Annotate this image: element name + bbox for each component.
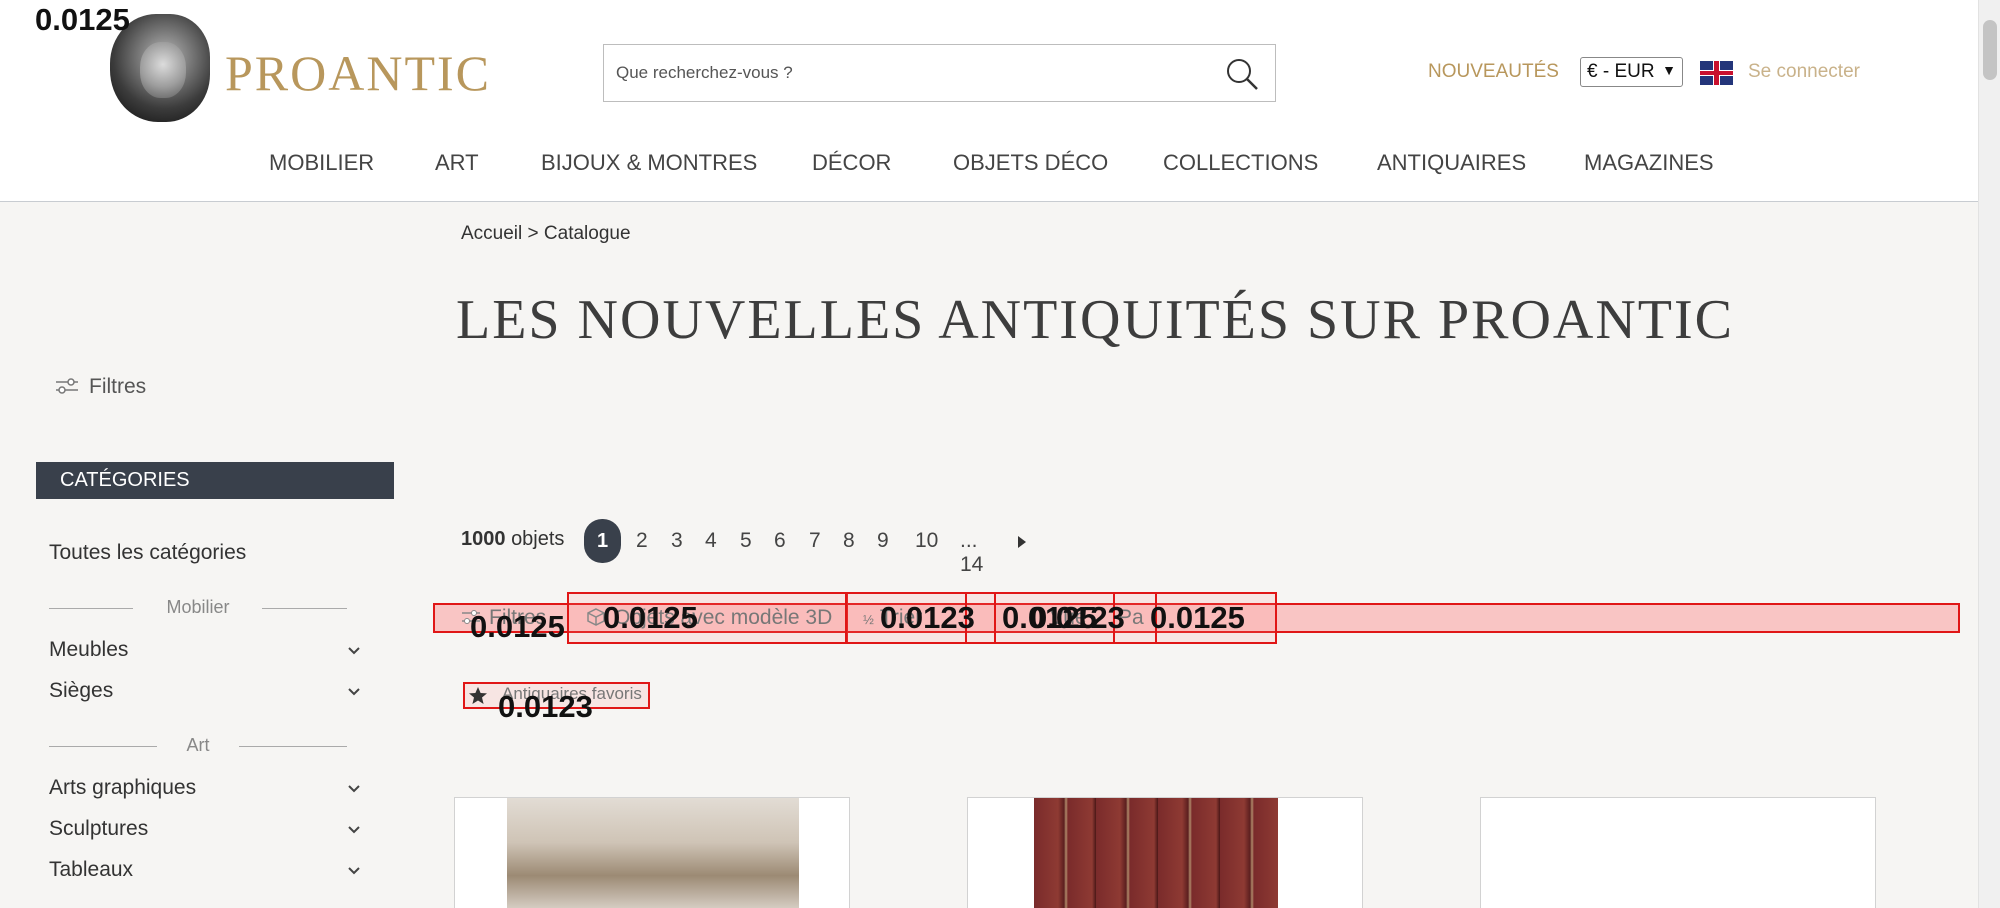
page-scrollbar[interactable] bbox=[1978, 0, 2000, 908]
breadcrumb[interactable]: Accueil > Catalogue bbox=[461, 223, 631, 245]
chevron-down-icon[interactable] bbox=[345, 683, 363, 701]
overlay-value-top-left: 0.0125 bbox=[35, 2, 130, 37]
sidebar-item-tableaux[interactable]: Tableaux bbox=[49, 858, 133, 882]
categories-header: CATÉGORIES bbox=[36, 462, 394, 499]
product-image[interactable] bbox=[507, 798, 799, 908]
chevron-down-icon[interactable] bbox=[345, 862, 363, 880]
currency-select[interactable]: € - EUR ▼ bbox=[1580, 57, 1683, 87]
chevron-down-icon[interactable] bbox=[345, 821, 363, 839]
results-count: 1000 objets bbox=[461, 528, 564, 551]
page-7[interactable]: 7 bbox=[809, 529, 821, 553]
nav-item-decor[interactable]: DÉCOR bbox=[812, 150, 891, 176]
overlay-value-fav: 0.0123 bbox=[498, 689, 593, 724]
search-icon[interactable] bbox=[1225, 57, 1259, 91]
chevron-down-icon[interactable] bbox=[345, 642, 363, 660]
filters-label: Filtres bbox=[89, 375, 147, 398]
page-8[interactable]: 8 bbox=[843, 529, 855, 553]
overlay-value-model3d: 0.0125 bbox=[603, 600, 698, 635]
next-page-icon[interactable] bbox=[1018, 536, 1026, 548]
results-count-suffix: objets bbox=[511, 528, 565, 550]
sort-icon: ½ bbox=[863, 612, 874, 627]
sidebar-item-sieges[interactable]: Sièges bbox=[49, 679, 113, 703]
overlay-value-trier: 0.0123 bbox=[880, 600, 975, 635]
sidebar-item-meubles[interactable]: Meubles bbox=[49, 638, 128, 662]
page-6[interactable]: 6 bbox=[774, 529, 786, 553]
overlay-value-partage: 0.0123 bbox=[1030, 600, 1125, 635]
page-last[interactable]: ... 14 bbox=[960, 529, 983, 577]
page-3[interactable]: 3 bbox=[671, 529, 683, 553]
star-icon bbox=[469, 687, 487, 704]
sidebar-section-art: Art bbox=[49, 735, 347, 757]
overlay-value-extra: 0.0125 bbox=[1150, 600, 1245, 635]
site-header: PROANTIC NOUVEAUTÉS € - EUR ▼ Se connect… bbox=[0, 0, 1978, 202]
product-card[interactable] bbox=[967, 797, 1363, 908]
chevron-down-icon: ▼ bbox=[1662, 62, 1676, 78]
page-9[interactable]: 9 bbox=[877, 529, 889, 553]
search-input[interactable] bbox=[616, 57, 1196, 89]
currency-value: € - EUR bbox=[1587, 61, 1655, 82]
results-count-value: 1000 bbox=[461, 528, 506, 550]
page-1-current[interactable]: 1 bbox=[584, 519, 621, 563]
sidebar-section-mobilier: Mobilier bbox=[49, 597, 347, 619]
filters-button[interactable]: Filtres bbox=[55, 375, 146, 399]
sidebar-item-sculptures[interactable]: Sculptures bbox=[49, 817, 148, 841]
nav-item-bijoux[interactable]: BIJOUX & MONTRES bbox=[541, 150, 757, 176]
nav-item-art[interactable]: ART bbox=[435, 150, 479, 176]
page-2[interactable]: 2 bbox=[636, 529, 648, 553]
nav-item-antiquaires[interactable]: ANTIQUAIRES bbox=[1377, 150, 1526, 176]
login-link[interactable]: Se connecter bbox=[1748, 61, 1860, 83]
sidebar-item-all[interactable]: Toutes les catégories bbox=[49, 541, 246, 565]
page-4[interactable]: 4 bbox=[705, 529, 717, 553]
product-card[interactable] bbox=[454, 797, 850, 908]
scrollbar-thumb[interactable] bbox=[1983, 20, 1997, 80]
brand-name[interactable]: PROANTIC bbox=[225, 44, 491, 102]
product-card[interactable] bbox=[1480, 797, 1876, 908]
chevron-down-icon[interactable] bbox=[345, 780, 363, 798]
search-box[interactable] bbox=[603, 44, 1276, 102]
overlay-value-filters: 0.0125 bbox=[470, 609, 565, 644]
nav-item-mobilier[interactable]: MOBILIER bbox=[269, 150, 374, 176]
new-arrivals-link[interactable]: NOUVEAUTÉS bbox=[1428, 61, 1559, 83]
nav-item-collections[interactable]: COLLECTIONS bbox=[1163, 150, 1318, 176]
nav-item-magazines[interactable]: MAGAZINES bbox=[1584, 150, 1714, 176]
filters-icon bbox=[56, 378, 78, 394]
product-image[interactable] bbox=[1034, 798, 1278, 908]
uk-flag-icon[interactable] bbox=[1700, 61, 1733, 85]
page-title: LES NOUVELLES ANTIQUITÉS SUR PROANTIC bbox=[456, 289, 1734, 351]
nav-item-objets-deco[interactable]: OBJETS DÉCO bbox=[953, 150, 1108, 176]
sidebar-item-arts-graphiques[interactable]: Arts graphiques bbox=[49, 776, 196, 800]
page-5[interactable]: 5 bbox=[740, 529, 752, 553]
page-10[interactable]: 10 bbox=[915, 529, 938, 553]
